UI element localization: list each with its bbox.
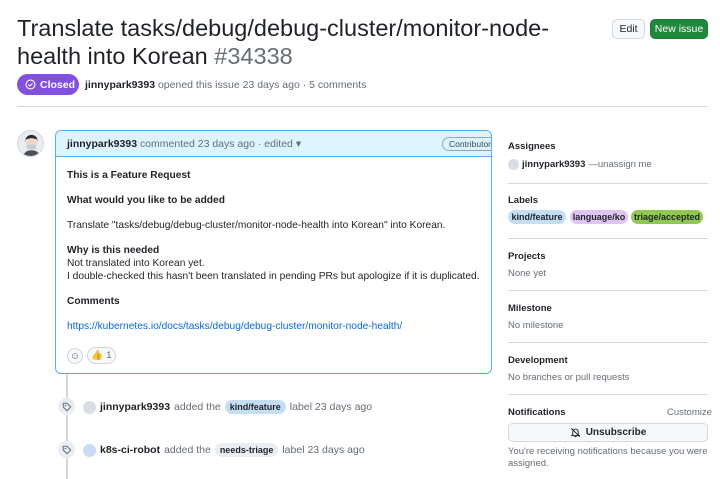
avatar[interactable] xyxy=(17,130,44,157)
check-circle-icon xyxy=(25,79,36,90)
label-badge[interactable]: kind/feature xyxy=(224,400,286,414)
comment-line: This is a Feature Request xyxy=(67,170,191,181)
new-issue-button[interactable]: New issue xyxy=(650,19,708,39)
bot-avatar[interactable] xyxy=(83,443,96,457)
notifications-heading: Notifications xyxy=(508,407,566,418)
comment-body: This is a Feature Request What would you… xyxy=(67,169,480,333)
chevron-down-icon[interactable]: ▾ xyxy=(296,138,301,150)
labels-heading[interactable]: Labels xyxy=(508,195,538,206)
timeline-actor[interactable]: jinnypark9393 xyxy=(100,401,170,413)
unsubscribe-label: Unsubscribe xyxy=(585,427,647,438)
notification-reason: You're receiving notifications because y… xyxy=(508,446,708,470)
issue-title: Translate tasks/debug/debug-cluster/moni… xyxy=(17,14,607,70)
sidebar-divider xyxy=(508,394,708,395)
comment-meta[interactable]: commented 23 days ago · edited xyxy=(140,138,293,150)
assignees-heading[interactable]: Assignees xyxy=(508,141,556,152)
issue-meta: jinnypark9393 opened this issue 23 days … xyxy=(85,79,366,91)
projects-heading[interactable]: Projects xyxy=(508,251,546,262)
assignee-row: jinnypark9393 —unassign me xyxy=(508,159,652,170)
reaction-count: 1 xyxy=(106,350,112,361)
avatar[interactable] xyxy=(83,400,96,414)
sidebar-divider xyxy=(508,342,708,343)
notification-reason-line: You're receiving notifications because y… xyxy=(508,446,708,457)
status-badge: Closed xyxy=(17,74,79,95)
customize-link[interactable]: Customize xyxy=(667,407,712,418)
label-triage-accepted[interactable]: triage/accepted xyxy=(631,210,703,224)
notification-reason-line: assigned. xyxy=(508,458,549,469)
tag-icon xyxy=(58,441,75,458)
contributor-badge: Contributor xyxy=(442,137,491,151)
timeline-verb: added the xyxy=(164,444,211,456)
milestone-heading[interactable]: Milestone xyxy=(508,303,552,314)
label-kind-feature[interactable]: kind/feature xyxy=(508,210,566,224)
sidebar-divider xyxy=(508,290,708,291)
label-badge[interactable]: needs-triage xyxy=(214,443,279,457)
comment-author-line: jinnypark9393 commented 23 days ago · ed… xyxy=(67,138,301,150)
sidebar-divider xyxy=(508,238,708,239)
timeline-actor[interactable]: k8s-ci-robot xyxy=(100,444,160,456)
timeline-event: jinnypark9393 added the kind/feature lab… xyxy=(83,400,372,414)
bell-slash-icon xyxy=(570,428,581,438)
issue-author-link[interactable]: jinnypark9393 xyxy=(85,79,155,91)
add-reaction-button[interactable]: ☺ xyxy=(67,348,83,364)
assignee-link[interactable]: jinnypark9393 xyxy=(522,159,585,170)
comment-author-link[interactable]: jinnypark9393 xyxy=(67,138,137,150)
header-divider xyxy=(17,106,708,107)
timeline-suffix: label 23 days ago xyxy=(289,401,373,413)
sidebar-divider xyxy=(508,183,708,184)
comment-line: What would you like to be added xyxy=(67,195,225,206)
issue-meta-text: opened this issue 23 days ago · 5 commen… xyxy=(157,79,367,91)
status-label: Closed xyxy=(40,78,76,91)
comment-line: Comments xyxy=(67,296,120,307)
avatar-image xyxy=(18,131,43,156)
thumbs-up-reaction[interactable]: 👍 1 xyxy=(87,347,116,364)
edit-button[interactable]: Edit xyxy=(612,19,645,39)
unassign-link[interactable]: —unassign me xyxy=(588,159,651,170)
comment-header: jinnypark9393 commented 23 days ago · ed… xyxy=(56,131,491,157)
docs-link[interactable]: https://kubernetes.io/docs/tasks/debug/d… xyxy=(67,321,402,332)
timeline-suffix: label 23 days ago xyxy=(282,444,365,456)
thumbs-up-icon: 👍 xyxy=(91,350,104,361)
development-heading[interactable]: Development xyxy=(508,355,568,366)
projects-value: None yet xyxy=(508,268,547,279)
development-value: No branches or pull requests xyxy=(508,372,630,383)
timeline-line xyxy=(66,374,68,479)
comment-line: Not translated into Korean yet. xyxy=(67,258,205,269)
unsubscribe-button[interactable]: Unsubscribe xyxy=(508,423,708,442)
timeline-verb: added the xyxy=(174,401,221,413)
smiley-icon: ☺ xyxy=(69,350,81,362)
comment-line: Why is this needed xyxy=(67,245,160,256)
tag-icon xyxy=(58,398,75,415)
label-language-ko[interactable]: language/ko xyxy=(570,210,628,224)
issue-number: #34338 xyxy=(214,43,293,69)
timeline-event: k8s-ci-robot added the needs-triage labe… xyxy=(83,443,365,457)
issue-comment: jinnypark9393 commented 23 days ago · ed… xyxy=(55,130,492,374)
milestone-value: No milestone xyxy=(508,320,564,331)
avatar[interactable] xyxy=(508,159,519,170)
comment-line: Translate "tasks/debug/debug-cluster/mon… xyxy=(67,220,446,231)
comment-line: I double-checked this hasn't been transl… xyxy=(67,271,480,282)
